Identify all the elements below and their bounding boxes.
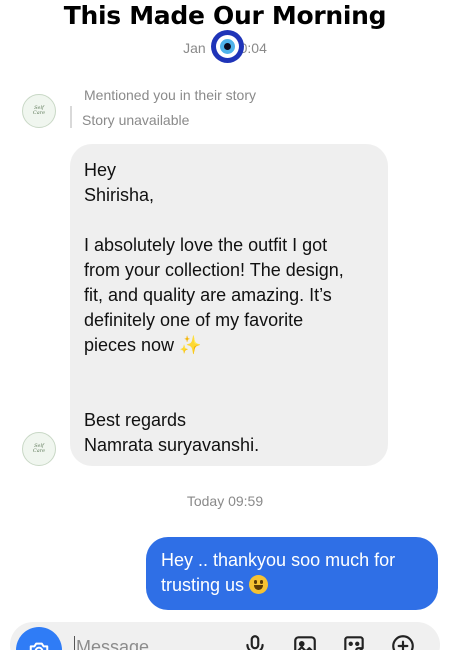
message-line: I absolutely love the outfit I got (84, 235, 328, 255)
story-mention-note: Mentioned you in their story (84, 87, 256, 103)
sender-avatar[interactable]: Self Care (22, 432, 56, 466)
message-line: definitely one of my favorite (84, 310, 304, 330)
message-line: Hey (84, 160, 117, 180)
message-line: Shirisha, (84, 185, 155, 205)
message-line: Hey .. thankyou soo much for (161, 550, 396, 570)
plus-circle-icon[interactable] (390, 633, 416, 650)
headline: This Made Our Morning (63, 1, 387, 30)
story-reply-line (70, 106, 72, 128)
timestamp-top-left: Jan (183, 40, 210, 56)
outgoing-message-bubble[interactable]: Hey .. thankyou soo much for trusting us (146, 537, 438, 610)
message-line: Namrata suryavanshi. (84, 435, 260, 455)
message-line: Best regards (84, 410, 187, 430)
microphone-icon[interactable] (242, 633, 268, 650)
gallery-icon[interactable] (292, 633, 318, 650)
sparkles-emoji: ✨ (179, 335, 202, 355)
message-line: pieces now ✨ (84, 333, 376, 358)
message-line-text: pieces now (84, 335, 180, 355)
camera-icon (29, 642, 49, 650)
sticker-icon[interactable] (341, 633, 367, 650)
avatar-logo: Self Care (33, 444, 45, 454)
avatar-text-2: Care (32, 110, 46, 116)
evil-eye-iris (220, 39, 235, 54)
grinning-emoji (249, 575, 269, 594)
message-line: fit, and quality are amazing. It’s (84, 285, 332, 305)
sender-avatar[interactable]: Self Care (22, 94, 56, 128)
message-line: from your collection! The design, (84, 260, 344, 280)
avatar-text-2: Care (32, 448, 46, 454)
text-caret (74, 636, 75, 650)
evil-eye-pupil (224, 43, 231, 50)
timestamp-today: Today 09:59 (186, 493, 264, 509)
avatar-logo: Self Care (33, 106, 45, 116)
evil-eye-white (216, 35, 239, 58)
evil-eye-icon (211, 30, 244, 63)
message-input[interactable] (76, 634, 226, 650)
message-line-text: trusting us (161, 575, 250, 595)
incoming-message-bubble[interactable]: Hey Shirisha, I absolutely love the outf… (70, 144, 388, 466)
story-unavailable-label[interactable]: Story unavailable (82, 112, 189, 128)
message-line: trusting us (161, 573, 438, 598)
